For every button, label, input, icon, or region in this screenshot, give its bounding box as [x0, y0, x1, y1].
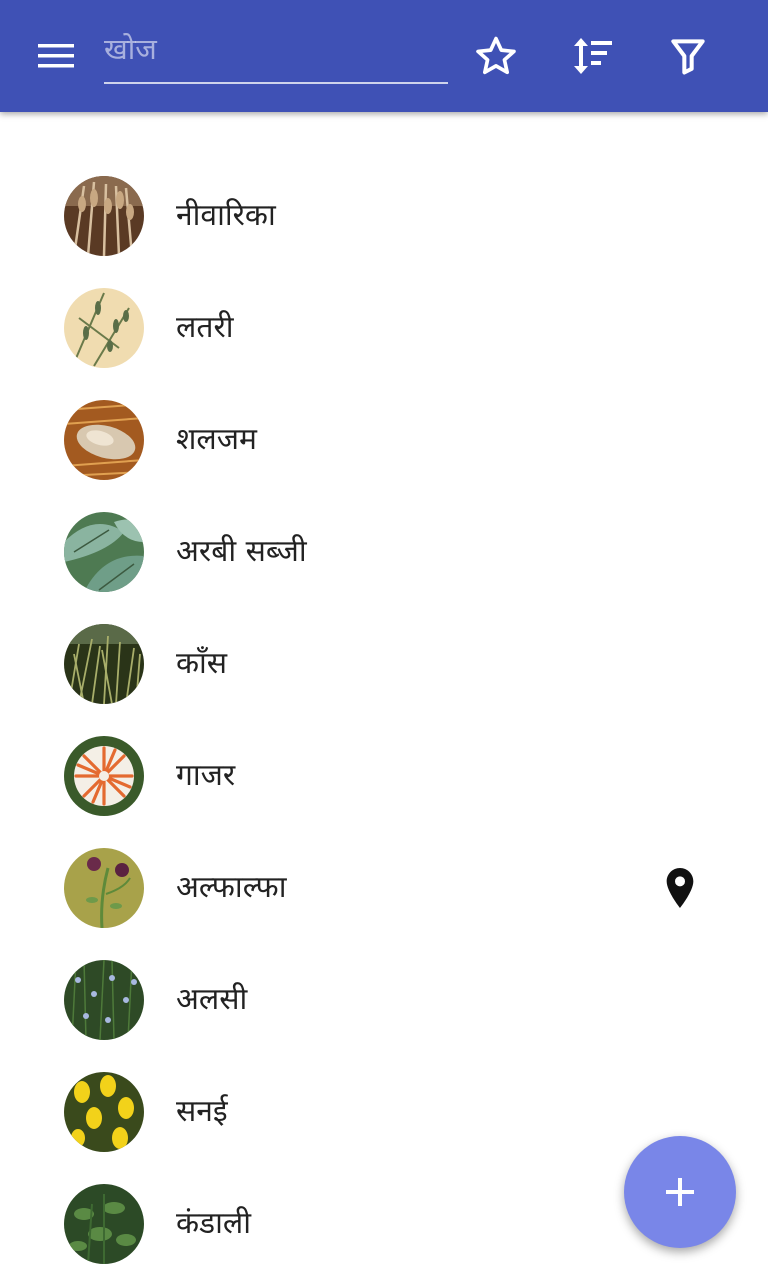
flax-thumbnail	[64, 960, 144, 1040]
star-outline-icon	[476, 36, 516, 75]
vetch-thumbnail	[64, 288, 144, 368]
list-item[interactable]: गाजर	[0, 720, 768, 832]
add-button[interactable]	[624, 1136, 736, 1248]
kans-grass-thumbnail	[64, 624, 144, 704]
plant-list: नीवारिका लतरी शलजम अरबी सब्जी काँस गाजर …	[0, 160, 768, 1280]
item-label: शलजम	[176, 422, 257, 457]
list-item[interactable]: अरबी सब्जी	[0, 496, 768, 608]
item-label: लतरी	[176, 310, 234, 345]
sort-button[interactable]	[564, 28, 620, 84]
nettle-thumbnail	[64, 1184, 144, 1264]
item-label: काँस	[176, 646, 228, 681]
item-label: अल्फाल्फा	[176, 870, 287, 905]
item-label: गाजर	[176, 758, 236, 793]
list-item[interactable]: काँस	[0, 608, 768, 720]
menu-button[interactable]	[24, 32, 88, 80]
carrot-thumbnail	[64, 736, 144, 816]
map-marker-icon[interactable]	[660, 866, 700, 910]
taro-thumbnail	[64, 512, 144, 592]
item-label: अरबी सब्जी	[176, 534, 307, 569]
filter-button[interactable]	[660, 28, 716, 84]
plus-icon	[666, 1178, 694, 1206]
list-item[interactable]: नीवारिका	[0, 160, 768, 272]
item-label: सनई	[176, 1094, 228, 1129]
search-box	[104, 24, 448, 84]
turnip-thumbnail	[64, 400, 144, 480]
alfalfa-thumbnail	[64, 848, 144, 928]
item-label: कंडाली	[176, 1206, 251, 1241]
list-item[interactable]: शलजम	[0, 384, 768, 496]
sort-icon	[574, 38, 612, 74]
list-item[interactable]: लतरी	[0, 272, 768, 384]
favorites-button[interactable]	[468, 28, 524, 84]
sunn-hemp-thumbnail	[64, 1072, 144, 1152]
oat-thumbnail	[64, 176, 144, 256]
search-input[interactable]	[104, 24, 448, 74]
list-item[interactable]: अल्फाल्फा	[0, 832, 768, 944]
item-label: नीवारिका	[176, 198, 276, 233]
filter-icon	[671, 39, 705, 75]
list-item[interactable]: अलसी	[0, 944, 768, 1056]
item-label: अलसी	[176, 982, 248, 1017]
menu-icon	[38, 44, 74, 68]
app-bar	[0, 0, 768, 112]
